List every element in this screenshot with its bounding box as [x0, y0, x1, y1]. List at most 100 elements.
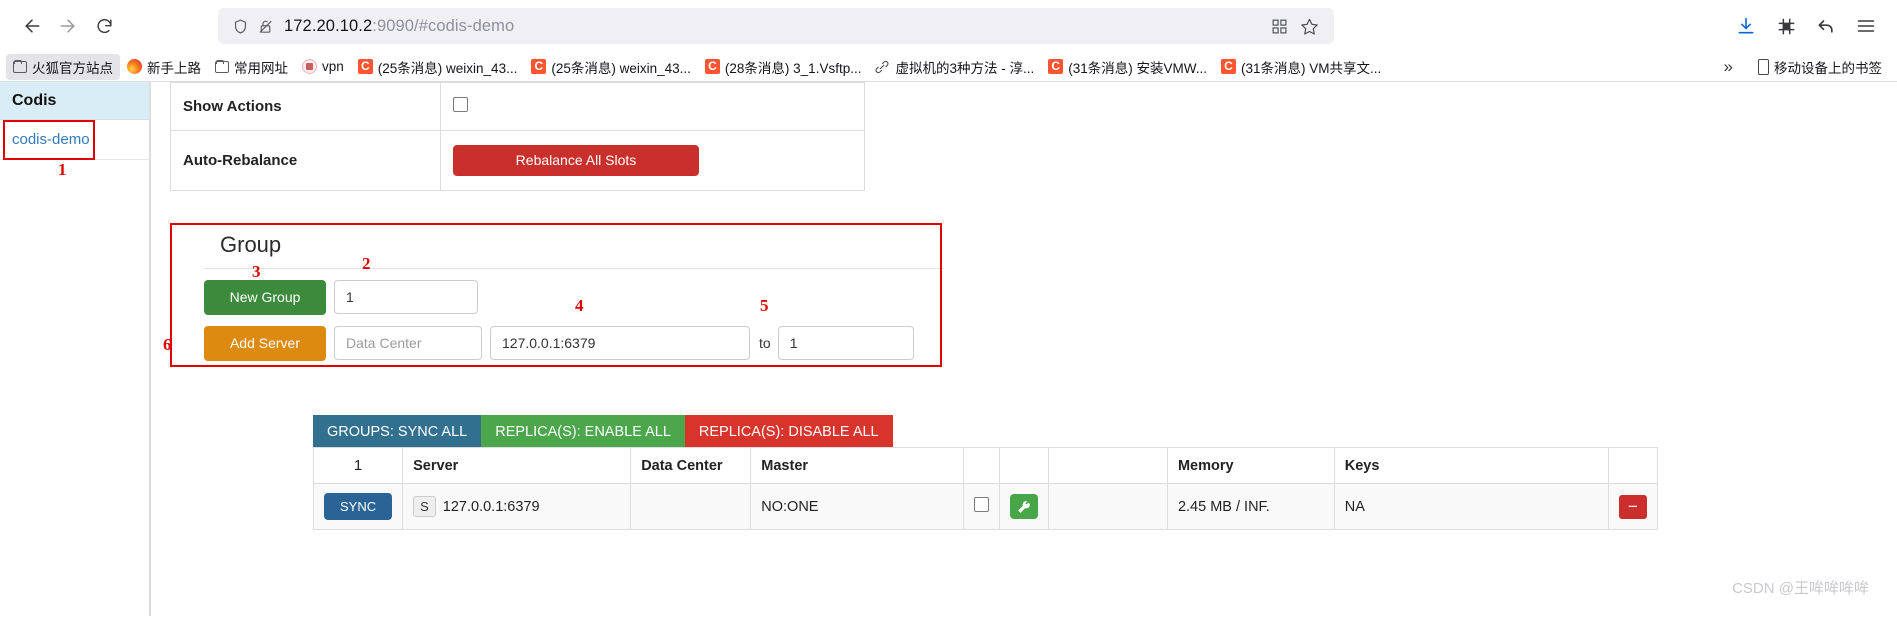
main-content: Show Actions Auto-Rebalance Rebalance Al… [150, 82, 1897, 616]
bookmark-label: 新手上路 [147, 60, 201, 76]
new-group-row: New Group [172, 280, 944, 315]
bookmark-item-3[interactable]: vpn [295, 56, 351, 77]
download-icon[interactable] [1729, 9, 1763, 43]
row-checkbox[interactable] [974, 497, 990, 512]
bookmark-label: (31条消息) VM共享文... [1241, 60, 1382, 76]
toolbar-right-group [1729, 9, 1883, 43]
watermark: CSDN @王哞哞哞哞 [1732, 580, 1869, 597]
column-header-memory: Memory [1166, 447, 1335, 484]
role-badge: S [413, 496, 436, 517]
chevron-double-right-icon[interactable]: » [1720, 57, 1737, 77]
bookmarks-overflow-group: » 移动设备上的书签 [1720, 54, 1889, 80]
bookmark-item-4[interactable]: C (25条消息) weixin_43... [351, 54, 525, 80]
undo-arrow-icon[interactable] [1809, 9, 1843, 43]
show-actions-checkbox[interactable] [453, 97, 468, 112]
column-header-checkbox [963, 447, 1001, 484]
bookmark-item-6[interactable]: C (28条消息) 3_1.Vsftp... [698, 54, 869, 80]
bookmark-item-9[interactable]: C (31条消息) VM共享文... [1214, 54, 1388, 80]
lock-slash-icon [257, 18, 274, 35]
column-header-action [999, 447, 1050, 484]
table-row: SYNC S 127.0.0.1:6379 NO:ONE 2.45 MB / I… [312, 483, 1659, 530]
address-input[interactable] [490, 326, 750, 361]
qr-code-icon[interactable] [1264, 11, 1294, 41]
cell-blank [1048, 483, 1168, 530]
bookmark-item-2[interactable]: 常用网址 [208, 54, 295, 80]
cell-action [999, 483, 1050, 530]
bookmark-label: (25条消息) weixin_43... [377, 60, 518, 76]
new-group-button[interactable]: New Group [204, 280, 326, 315]
bookmark-item-1[interactable]: 新手上路 [120, 54, 208, 80]
column-header-keys: Keys [1333, 447, 1609, 484]
group-panel: Group New Group Add Server to 3 2 4 5 6 [163, 223, 944, 367]
csdn-icon: C [704, 59, 720, 74]
folder-icon [215, 60, 229, 73]
add-server-button[interactable]: Add Server [204, 325, 326, 361]
sidebar-item-codis-demo[interactable]: codis-demo [0, 120, 149, 160]
bookmark-item-7[interactable]: 虚拟机的3种方法 - 淳... [868, 54, 1041, 80]
page-content: Codis codis-demo 1 Show Actions Auto-Reb… [0, 82, 1897, 616]
content-divider [150, 82, 151, 616]
minus-icon[interactable]: − [1618, 494, 1647, 519]
shield-icon [232, 18, 249, 35]
sidebar: Codis codis-demo 1 [0, 82, 150, 616]
browser-toolbar: 172.20.10.2:9090/#codis-demo [0, 0, 1897, 52]
bookmark-label: (31条消息) 安装VMW... [1068, 60, 1207, 76]
address-bar[interactable]: 172.20.10.2:9090/#codis-demo [218, 8, 1334, 44]
csdn-icon: C [531, 59, 547, 74]
replicas-disable-all-button[interactable]: REPLICA(S): DISABLE ALL [684, 415, 893, 451]
hamburger-menu-icon[interactable] [1849, 9, 1883, 43]
wrench-icon[interactable] [1010, 494, 1039, 519]
servers-table-body: SYNC S 127.0.0.1:6379 NO:ONE 2.45 MB / I… [312, 483, 1659, 530]
star-icon[interactable] [1294, 11, 1324, 41]
annotation-number-1: 1 [58, 160, 67, 179]
groups-sync-all-button[interactable]: GROUPS: SYNC ALL [313, 415, 482, 451]
bookmark-item-mobile[interactable]: 移动设备上的书签 [1751, 54, 1889, 80]
setting-value-auto-rebalance: Rebalance All Slots [440, 130, 865, 191]
data-center-input[interactable] [334, 326, 482, 361]
bookmark-item-5[interactable]: C (25条消息) weixin_43... [524, 54, 698, 80]
table-header-row: 1 Server Data Center Master Memory Keys [312, 447, 1659, 484]
reload-icon[interactable] [86, 8, 122, 44]
bookmark-item-8[interactable]: C (31条消息) 安装VMW... [1041, 54, 1214, 80]
url-text: 172.20.10.2:9090/#codis-demo [284, 17, 1264, 36]
link-icon [875, 59, 890, 74]
table-row: Auto-Rebalance Rebalance All Slots [170, 130, 865, 191]
bookmark-label: 虚拟机的3种方法 - 淳... [895, 60, 1035, 76]
column-header-index: 1 [312, 447, 404, 484]
forward-icon[interactable] [50, 8, 86, 44]
replicas-enable-all-button[interactable]: REPLICA(S): ENABLE ALL [481, 415, 685, 451]
servers-table-head: 1 Server Data Center Master Memory Keys [312, 447, 1659, 484]
column-header-data-center: Data Center [630, 447, 752, 484]
column-header-blank [1048, 447, 1168, 484]
rebalance-all-slots-button[interactable]: Rebalance All Slots [453, 145, 699, 176]
cell-checkbox [963, 483, 1001, 530]
firefox-icon [127, 59, 142, 74]
setting-label-auto-rebalance: Auto-Rebalance [170, 130, 441, 191]
new-group-input[interactable] [334, 280, 478, 315]
clipboard-icon[interactable] [1769, 9, 1803, 43]
slot-input[interactable] [777, 326, 914, 361]
phone-icon [1758, 58, 1769, 75]
settings-table: Show Actions Auto-Rebalance Rebalance Al… [170, 82, 865, 191]
cell-sync: SYNC [312, 483, 404, 530]
bookmark-label: 火狐官方站点 [32, 60, 113, 76]
cell-server: S 127.0.0.1:6379 [402, 483, 632, 530]
bookmark-label: (28条消息) 3_1.Vsftp... [724, 60, 862, 76]
setting-value-show-actions [440, 82, 865, 131]
bulk-actions-bar: GROUPS: SYNC ALL REPLICA(S): ENABLE ALL … [313, 415, 893, 451]
to-label: to [759, 335, 771, 352]
sync-button[interactable]: SYNC [324, 493, 393, 520]
back-icon[interactable] [14, 8, 50, 44]
server-address: 127.0.0.1:6379 [442, 499, 540, 515]
csdn-icon: C [357, 59, 373, 74]
group-heading: Group [220, 232, 282, 257]
cell-data-center [630, 483, 752, 530]
column-header-delete [1607, 447, 1659, 484]
bookmark-item-0[interactable]: 火狐官方站点 [6, 53, 120, 80]
bookmark-label: vpn [322, 59, 344, 74]
cell-master: NO:ONE [750, 483, 965, 530]
column-header-master: Master [750, 447, 965, 484]
servers-table: 1 Server Data Center Master Memory Keys … [312, 447, 1659, 530]
setting-label-show-actions: Show Actions [170, 82, 441, 131]
bookmark-label: 移动设备上的书签 [1774, 60, 1882, 76]
